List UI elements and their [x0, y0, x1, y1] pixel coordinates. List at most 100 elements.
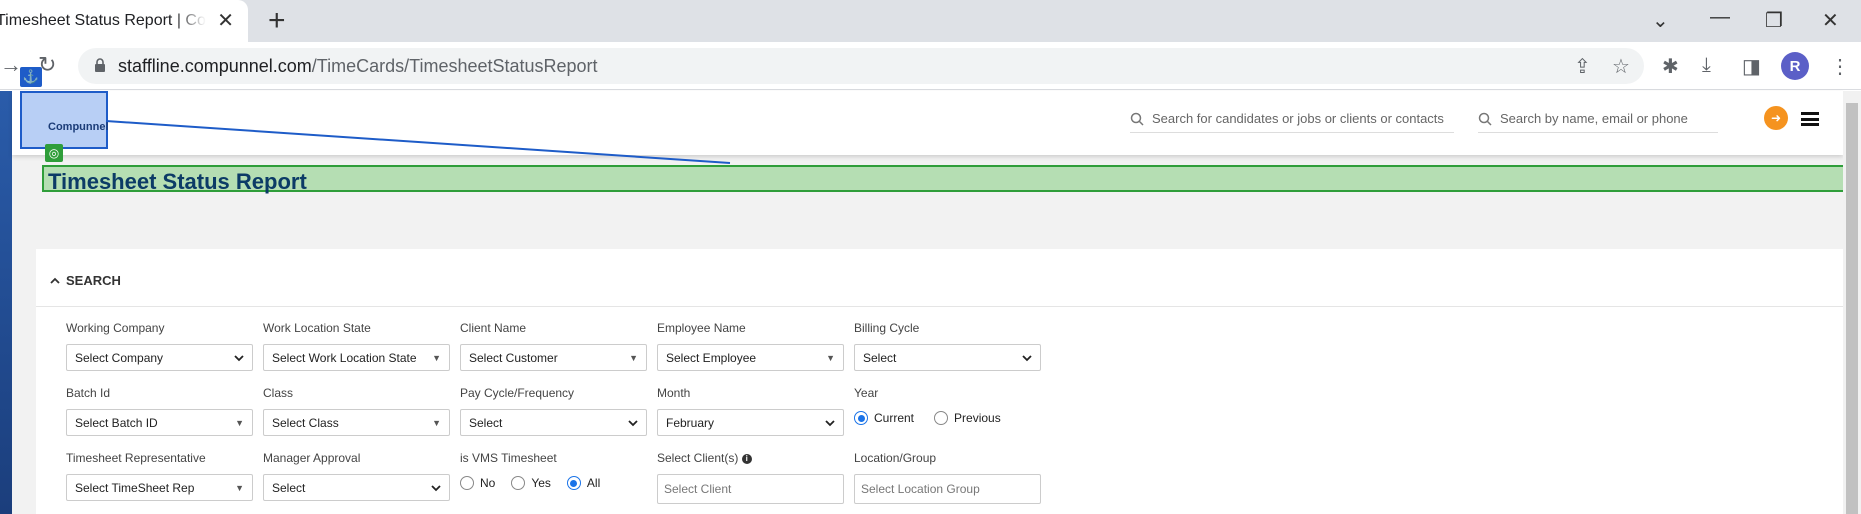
- billing-cycle-value: Select: [863, 350, 897, 365]
- address-bar[interactable]: staffline.compunnel.com/TimeCards/Timesh…: [78, 48, 1644, 84]
- url-domain: staffline.compunnel.com: [118, 56, 312, 76]
- left-edge-strip: [0, 91, 12, 514]
- vms-all-label: All: [586, 476, 601, 490]
- minimize-icon[interactable]: —: [1710, 6, 1730, 29]
- page-body: Compunnel Search for candidates or jobs …: [0, 67, 1861, 514]
- browser-tab[interactable]: Timesheet Status Report | Compunnel ✕: [0, 0, 248, 42]
- caret-down-icon: ▼: [629, 352, 638, 363]
- manager-approval-label: Manager Approval: [263, 451, 361, 465]
- client-name-select[interactable]: Select Customer ▼: [460, 344, 647, 371]
- work-location-state-label: Work Location State: [263, 321, 371, 335]
- tab-title: Timesheet Status Report | Compunnel: [0, 12, 206, 29]
- batch-id-select[interactable]: Select Batch ID ▼: [66, 409, 253, 436]
- url-text: staffline.compunnel.com/TimeCards/Timesh…: [118, 56, 598, 77]
- share-icon[interactable]: ⇪: [1574, 54, 1591, 79]
- manager-approval-select[interactable]: Select: [263, 474, 450, 501]
- pay-cycle-value: Select: [469, 415, 503, 430]
- download-icon[interactable]: ⤓: [1702, 54, 1711, 77]
- search-section-label: SEARCH: [66, 273, 121, 288]
- select-clients-field: Select Client(s) i Select Client: [657, 451, 844, 504]
- bookmark-star-icon[interactable]: ☆: [1612, 54, 1630, 79]
- billing-cycle-field: Billing Cycle Select: [854, 321, 1041, 371]
- location-group-label: Location/Group: [854, 451, 937, 465]
- chevron-up-icon: [50, 277, 60, 284]
- pay-cycle-label: Pay Cycle/Frequency: [460, 386, 575, 400]
- month-select[interactable]: February: [657, 409, 844, 436]
- caret-down-icon: ▼: [826, 352, 835, 363]
- forward-icon[interactable]: →: [0, 52, 22, 78]
- side-panel-icon[interactable]: ◨: [1742, 54, 1761, 79]
- timesheet-rep-field: Timesheet Representative Select TimeShee…: [66, 451, 253, 501]
- client-name-value: Select Customer: [469, 350, 558, 365]
- profile-avatar[interactable]: R: [1781, 52, 1809, 80]
- people-search-field[interactable]: Search by name, email or phone: [1478, 105, 1718, 133]
- employee-name-field: Employee Name Select Employee ▼: [657, 321, 844, 371]
- search-section-toggle[interactable]: SEARCH: [50, 273, 121, 288]
- client-name-field: Client Name Select Customer ▼: [460, 321, 647, 371]
- new-tab-icon[interactable]: +: [268, 6, 286, 36]
- search-icon: [1478, 112, 1492, 126]
- vms-radio-group: No Yes All: [460, 476, 647, 490]
- working-company-label: Working Company: [66, 321, 165, 335]
- global-search-field[interactable]: Search for candidates or jobs or clients…: [1130, 105, 1454, 133]
- select-clients-input[interactable]: Select Client: [657, 474, 844, 504]
- page-scrollbar[interactable]: [1843, 91, 1861, 514]
- kebab-menu-icon[interactable]: ⋮: [1830, 54, 1850, 79]
- search-panel: SEARCH Working Company Select Company Wo…: [36, 249, 1843, 514]
- pay-cycle-select[interactable]: Select: [460, 409, 647, 436]
- year-field: Year Current Previous: [854, 386, 1054, 425]
- vms-all-radio[interactable]: [566, 476, 581, 490]
- work-location-state-select[interactable]: Select Work Location State ▼: [263, 344, 450, 371]
- logo-text: Compunnel: [48, 121, 109, 133]
- app-header: Compunnel Search for candidates or jobs …: [12, 91, 1843, 155]
- batch-id-value: Select Batch ID: [75, 415, 158, 430]
- billing-cycle-select[interactable]: Select: [854, 344, 1041, 371]
- work-location-state-value: Select Work Location State: [272, 350, 417, 365]
- vms-timesheet-field: is VMS Timesheet No Yes All: [460, 451, 647, 490]
- browser-tabstrip: Timesheet Status Report | Compunnel ✕ + …: [0, 0, 1861, 42]
- location-group-input[interactable]: Select Location Group: [854, 474, 1041, 504]
- search-icon: [1130, 112, 1144, 126]
- chevron-down-icon[interactable]: ⌄: [1652, 8, 1669, 33]
- batch-id-label: Batch Id: [66, 386, 111, 400]
- vms-no-radio[interactable]: [460, 476, 474, 490]
- close-window-icon[interactable]: ✕: [1822, 8, 1839, 33]
- timesheet-rep-value: Select TimeSheet Rep: [75, 480, 195, 495]
- month-field: Month February: [657, 386, 844, 436]
- work-location-state-field: Work Location State Select Work Location…: [263, 321, 450, 371]
- extensions-icon[interactable]: ✱: [1662, 54, 1679, 79]
- month-label: Month: [657, 386, 691, 400]
- employee-name-value: Select Employee: [666, 350, 757, 365]
- batch-id-field: Batch Id Select Batch ID ▼: [66, 386, 253, 436]
- scroll-thumb[interactable]: [1846, 103, 1858, 514]
- location-group-placeholder: Select Location Group: [861, 482, 980, 496]
- select-clients-placeholder: Select Client: [664, 482, 732, 496]
- month-value: February: [666, 415, 715, 430]
- vms-yes-label: Yes: [531, 476, 551, 490]
- page-title-bar: Timesheet Status Report: [42, 165, 1861, 194]
- vms-yes-radio[interactable]: [511, 476, 526, 490]
- class-select[interactable]: Select Class ▼: [263, 409, 450, 436]
- working-company-select[interactable]: Select Company: [66, 344, 253, 371]
- working-company-value: Select Company: [75, 350, 164, 365]
- chevron-down-icon: [431, 484, 441, 491]
- year-previous-radio[interactable]: [934, 411, 949, 425]
- caret-down-icon: ▼: [432, 352, 441, 363]
- manager-approval-value: Select: [272, 480, 306, 495]
- close-tab-icon[interactable]: ✕: [217, 11, 234, 31]
- lock-icon: [95, 58, 105, 72]
- year-radio-group: Current Previous: [854, 411, 1054, 425]
- employee-name-select[interactable]: Select Employee ▼: [657, 344, 844, 371]
- chevron-down-icon: [825, 419, 835, 426]
- compunnel-logo[interactable]: Compunnel: [20, 91, 109, 149]
- people-search-placeholder: Search by name, email or phone: [1500, 111, 1688, 126]
- hamburger-menu-icon[interactable]: [1801, 112, 1819, 126]
- info-icon[interactable]: i: [741, 453, 752, 464]
- restore-icon[interactable]: ❐: [1765, 8, 1783, 33]
- logout-button[interactable]: ➜: [1764, 106, 1788, 130]
- url-path: /TimeCards/TimesheetStatusReport: [311, 56, 598, 76]
- year-current-radio[interactable]: [854, 411, 868, 425]
- timesheet-rep-select[interactable]: Select TimeSheet Rep ▼: [66, 474, 253, 501]
- vms-timesheet-label: is VMS Timesheet: [460, 451, 557, 465]
- year-current-label: Current: [874, 411, 915, 425]
